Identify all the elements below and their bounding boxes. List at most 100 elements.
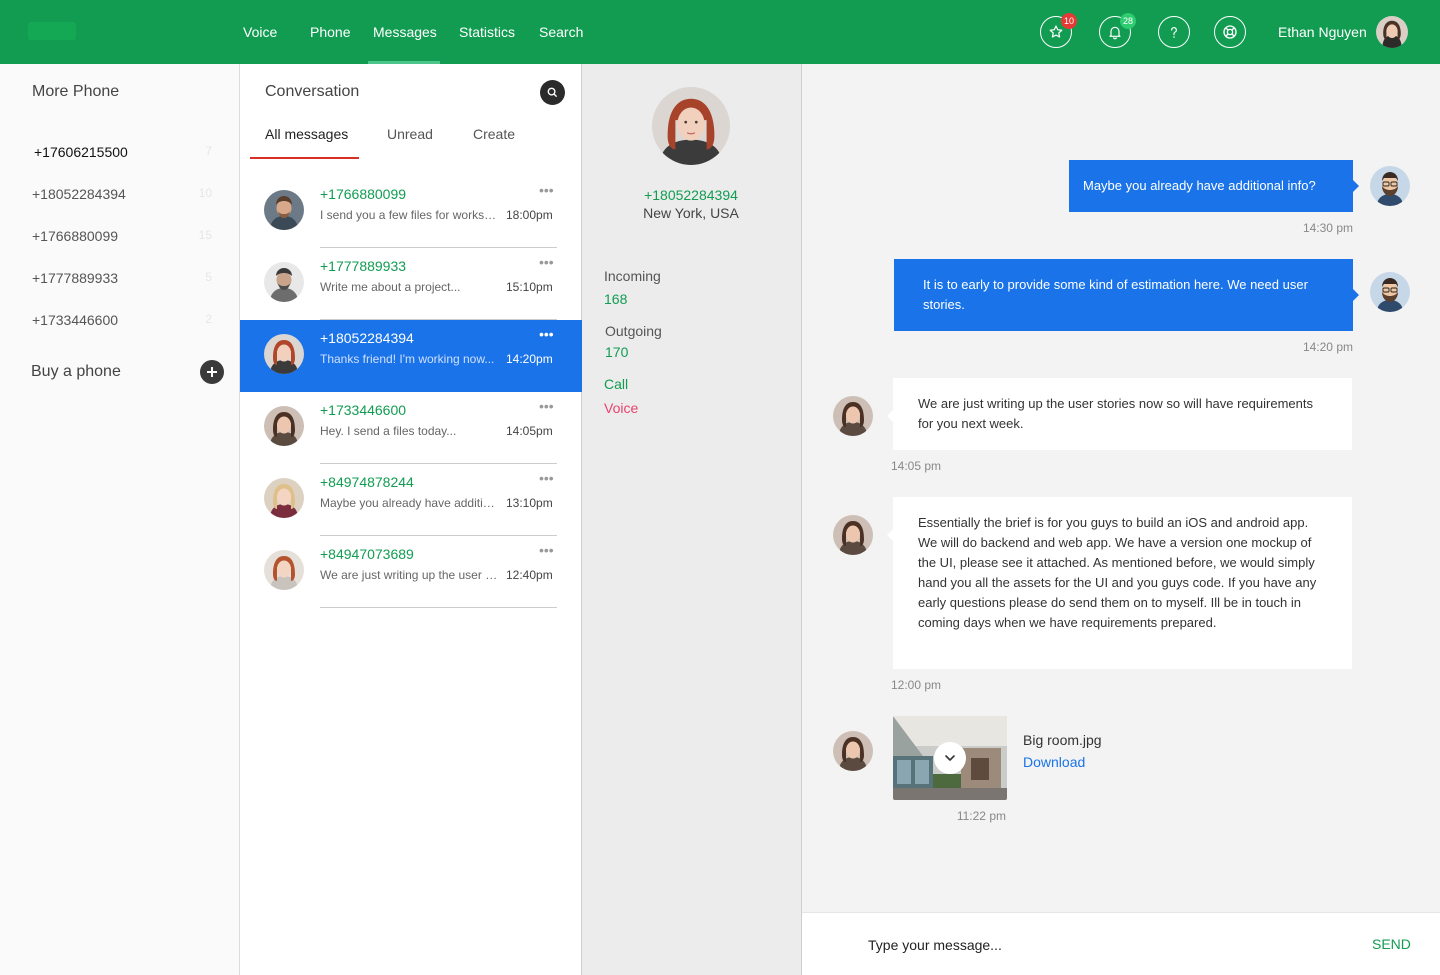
tab-active-indicator [250,157,359,159]
phone-sidebar: More Phone +17606215500 7 +18052284394 1… [0,64,240,975]
contact-number: +1777889933 [320,258,407,274]
send-button[interactable]: SEND [1372,936,1411,952]
message-composer: Type your message... SEND [802,912,1440,975]
favorites-button[interactable]: 10 [1040,13,1077,48]
outgoing-message: Maybe you already have additional info? [1069,160,1353,212]
message-text: It is to early to provide some kind of e… [923,277,1308,312]
phone-number: +1766880099 [32,228,119,244]
message-time: 14:30 pm [1302,221,1353,235]
contact-avatar [264,190,304,230]
nav-voice[interactable]: Voice [243,0,277,64]
attachment-time: 11:22 pm [956,809,1006,823]
message-input[interactable]: Type your message... [868,937,1002,953]
tab-unread[interactable]: Unread [387,126,433,142]
message-preview: Maybe you already have additional info? [320,496,498,510]
sidebar-phone-item[interactable]: +1766880099 15 [32,228,212,244]
more-options-icon[interactable]: ••• [539,542,554,558]
conversation-row[interactable]: +84974878244 ••• Maybe you already have … [240,464,582,536]
message-preview: We are just writing up the user stories.… [320,568,498,582]
nav-search[interactable]: Search [539,0,583,64]
app-logo[interactable] [28,22,76,40]
my-avatar [1370,166,1410,206]
tab-all-messages[interactable]: All messages [265,126,348,142]
sidebar-phone-item[interactable]: +1733446600 2 [32,312,212,328]
message-preview: Hey. I send a files today... [320,424,457,438]
message-time: 14:05pm [506,424,553,438]
conversation-row[interactable]: +84947073689 ••• We are just writing up … [240,536,582,608]
contact-photo [652,87,730,165]
message-preview: Write me about a project... [320,280,461,294]
outgoing-count: 170 [605,344,629,360]
conversation-row-selected[interactable]: +18052284394 ••• Thanks friend! I'm work… [240,320,587,392]
message-time: 12:40pm [506,568,553,582]
question-mark-icon [1166,24,1182,40]
message-preview: I send you a few files for workshop... [320,208,498,222]
plus-icon [206,366,218,378]
download-link[interactable]: Download [1023,754,1085,770]
conversation-panel: Conversation All messages Unread Create … [240,64,587,975]
chat-panel: Maybe you already have additional info? … [802,64,1440,975]
nav-messages[interactable]: Messages [373,0,437,64]
contact-avatar [833,515,873,555]
help-button[interactable] [1158,16,1190,48]
more-options-icon[interactable]: ••• [539,326,554,342]
favorites-badge: 10 [1060,13,1077,29]
buy-phone-button[interactable] [200,360,224,384]
sidebar-phone-item[interactable]: +1777889933 5 [32,270,212,286]
star-icon [1048,24,1064,40]
conversation-row[interactable]: +1777889933 ••• Write me about a project… [240,248,582,320]
nav-phone[interactable]: Phone [310,0,350,64]
attachment-thumbnail[interactable] [893,716,1007,800]
nav-statistics[interactable]: Statistics [459,0,515,64]
conversation-search-button[interactable] [540,80,565,105]
message-time: 14:20pm [506,352,553,366]
top-bar: Voice Phone Messages Statistics Search 1… [0,0,1440,64]
bubble-tail [1353,289,1359,301]
conversation-row[interactable]: +1733446600 ••• Hey. I send a files toda… [240,392,582,464]
my-avatar [1370,272,1410,312]
outgoing-message: It is to early to provide some kind of e… [894,259,1353,331]
voice-link[interactable]: Voice [604,400,638,416]
sidebar-phone-item[interactable]: +18052284394 10 [32,186,212,202]
buy-phone-label[interactable]: Buy a phone [31,363,121,381]
contact-avatar [833,731,873,771]
tab-create[interactable]: Create [473,126,515,142]
more-options-icon[interactable]: ••• [539,398,554,414]
sidebar-phone-item[interactable]: +17606215500 7 [32,144,212,160]
unread-count: 2 [205,312,212,326]
contact-number: +84947073689 [320,546,414,562]
more-options-icon[interactable]: ••• [539,470,554,486]
chevron-down-icon[interactable] [934,742,966,774]
unread-count: 5 [205,270,212,284]
message-text: Maybe you already have additional info? [1083,178,1316,193]
notifications-button[interactable]: 28 [1099,13,1136,48]
contact-avatar [264,406,304,446]
conversation-row[interactable]: +1766880099 ••• I send you a few files f… [240,176,582,248]
incoming-message: We are just writing up the user stories … [893,378,1352,450]
message-time: 18:00pm [506,208,553,222]
phone-number: +1777889933 [32,270,119,286]
conversation-title: Conversation [265,83,360,100]
user-name[interactable]: Ethan Nguyen [1278,0,1367,64]
contact-number: +1733446600 [320,402,407,418]
phone-number: +17606215500 [34,144,128,160]
unread-count: 7 [205,144,212,158]
message-time: 12:00 pm [891,678,942,692]
notifications-badge: 28 [1119,13,1136,29]
sidebar-title: More Phone [32,83,120,100]
incoming-count: 168 [604,291,628,307]
contact-avatar [264,334,304,374]
user-avatar[interactable] [1376,16,1408,48]
lifebuoy-icon [1221,23,1239,41]
bubble-tail [1353,180,1359,192]
more-options-icon[interactable]: ••• [539,254,554,270]
contact-location: New York, USA [643,205,739,221]
incoming-label: Incoming [604,268,661,284]
support-button[interactable] [1214,16,1246,48]
more-options-icon[interactable]: ••• [539,182,554,198]
message-time: 15:10pm [506,280,553,294]
attachment-filename: Big room.jpg [1023,732,1102,748]
message-time: 14:05 pm [891,459,942,473]
contact-avatar [264,550,304,590]
call-link[interactable]: Call [604,376,628,392]
